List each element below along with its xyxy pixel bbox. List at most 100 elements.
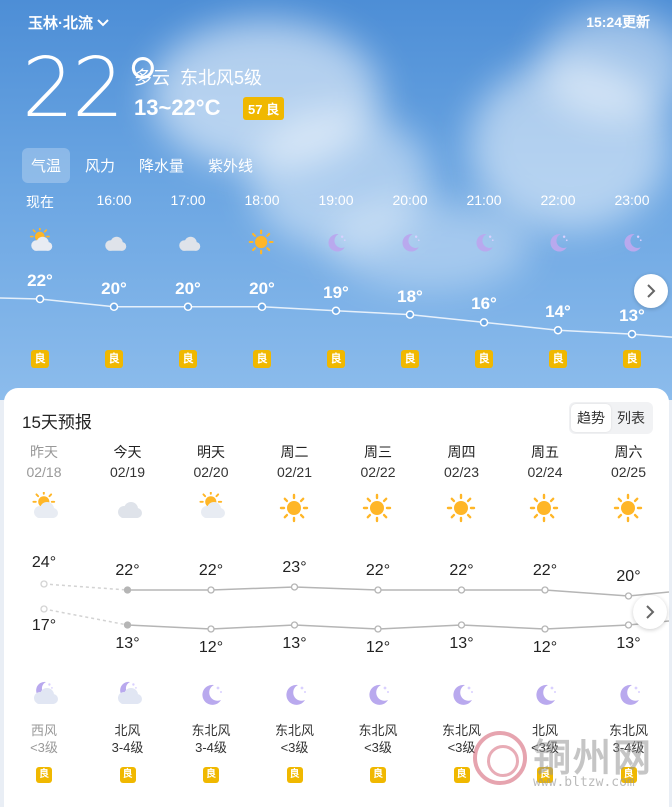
moon-icon (336, 678, 420, 710)
hour-label: 20:00 (392, 192, 428, 208)
quality-text: 良 (475, 350, 493, 368)
hour-column: 现在 22° 良 (5, 192, 75, 382)
day-low-temperature: 13° (282, 635, 307, 652)
temperature-range: 13~22°C (134, 95, 221, 120)
day-name: 今天 (113, 444, 142, 460)
day-name: 明天 (197, 444, 225, 460)
seal-logo (473, 731, 527, 785)
sun-cloud-icon (169, 490, 253, 524)
day-name: 周二 (280, 444, 309, 460)
day-column[interactable]: 周三 02/22 22° 12° 东北风 <3级良 (336, 388, 420, 807)
wind-direction: 东北风 (358, 723, 398, 738)
daily-scroll-right-button[interactable] (633, 595, 667, 629)
day-date: 02/22 (360, 464, 396, 480)
hourly-scroll-right-button[interactable] (634, 274, 668, 308)
day-high-temperature: 24° (31, 554, 57, 571)
chevron-right-icon (646, 605, 655, 619)
tab-uv[interactable]: 紫外线 (199, 148, 262, 183)
sun-icon (503, 492, 587, 524)
hour-column: 17:00 20° 良 (153, 192, 223, 382)
day-date: 02/23 (443, 464, 480, 480)
quality-text: 良 (453, 767, 470, 783)
tab-temperature[interactable]: 气温 (22, 148, 71, 183)
day-low-temperature: 13° (616, 635, 641, 652)
wind-direction: 西风 (30, 723, 57, 738)
sun-icon (420, 492, 504, 524)
sun-icon (336, 492, 420, 524)
air-quality-badge: 良 (449, 349, 519, 368)
location-name: 玉林·北流 (28, 15, 93, 32)
day-name: 昨天 (30, 444, 58, 460)
day-high-temperature: 22° (198, 562, 224, 579)
quality-text: 良 (179, 350, 197, 368)
day-date: 02/25 (610, 464, 647, 480)
watermark: 铜州网 www.bltzw.com (473, 725, 663, 797)
chevron-right-icon (647, 284, 656, 298)
tab-precipitation[interactable]: 降水量 (130, 148, 193, 183)
day-wind: 西风 <3级 (2, 722, 86, 756)
current-weather-panel: 玉林·北流 15:24更新 22° 多云 东北风5级 13~22°C 57 良 … (0, 0, 672, 400)
sun-icon (253, 492, 337, 524)
day-date: 02/18 (26, 464, 62, 480)
hour-column: 21:00 16° 良 (449, 192, 519, 382)
moon-icon (503, 678, 587, 710)
day-date: 02/21 (276, 464, 313, 480)
chevron-down-icon (97, 18, 109, 30)
cloud-icon (153, 228, 223, 256)
watermark-brand: 铜州网 (533, 735, 654, 780)
day-column[interactable]: 明天 02/20 22° 12° 东北风 3-4级良 (169, 388, 253, 807)
hour-temperature-label: 13° (619, 306, 645, 326)
day-low-temperature: 12° (365, 639, 391, 656)
day-column[interactable]: 周二 02/21 23° 13° 东北风 <3级良 (253, 388, 337, 807)
air-quality-badge: 良 (597, 349, 667, 368)
air-quality-badge: 良 (253, 764, 337, 783)
tab-wind[interactable]: 风力 (76, 148, 124, 183)
day-column[interactable]: 今天 02/19 22° 13° 北风 3-4级良 (86, 388, 170, 807)
day-wind: 东北风 <3级 (336, 722, 420, 756)
day-column[interactable]: 昨天 02/18 24° 17° 西风 <3级良 (2, 388, 86, 807)
hour-label: 18:00 (244, 192, 280, 208)
air-quality-badge: 良 (5, 349, 75, 368)
air-quality-badge: 良 (301, 349, 371, 368)
day-date: 02/19 (109, 464, 146, 480)
moon-cloud-icon (86, 678, 170, 710)
quality-text: 良 (549, 350, 567, 368)
hour-column: 19:00 19° 良 (301, 192, 371, 382)
aqi-badge[interactable]: 57 良 (243, 97, 285, 120)
hour-column: 16:00 20° 良 (79, 192, 149, 382)
air-quality-badge: 良 (79, 349, 149, 368)
moon-icon (597, 228, 667, 256)
moon-icon (169, 678, 253, 710)
sun-cloud-icon (5, 226, 75, 256)
quality-text: 良 (327, 350, 345, 368)
hour-column: 22:00 14° 良 (523, 192, 593, 382)
location-selector[interactable]: 玉林·北流 (28, 12, 109, 33)
day-wind: 东北风 <3级 (253, 722, 337, 756)
quality-text: 良 (119, 767, 136, 783)
update-time: 15:24更新 (586, 14, 650, 30)
quality-text: 良 (401, 350, 419, 368)
hour-temperature-label: 14° (545, 302, 571, 322)
quality-text: 良 (253, 350, 271, 368)
day-high-temperature: 20° (616, 568, 641, 585)
air-quality-badge: 良 (153, 349, 223, 368)
quality-text: 良 (370, 767, 386, 783)
quality-text: 良 (31, 350, 49, 368)
moon-icon (253, 678, 337, 710)
hour-label: 现在 (26, 194, 54, 210)
hour-temperature-label: 22° (27, 271, 53, 290)
day-wind: 东北风 3-4级 (169, 722, 253, 756)
wind-level: <3级 (364, 740, 392, 755)
day-wind: 北风 3-4级 (86, 722, 170, 756)
day-name: 周三 (364, 444, 392, 460)
wind-level: 3-4级 (195, 740, 227, 755)
air-quality-badge: 良 (2, 764, 86, 783)
wind-level: 3-4级 (111, 740, 144, 755)
quality-text: 良 (286, 767, 303, 783)
quality-text: 良 (105, 350, 123, 368)
day-high-temperature: 23° (282, 559, 307, 576)
air-quality-badge: 良 (375, 349, 445, 368)
sun-cloud-icon (2, 490, 86, 524)
day-low-temperature: 13° (115, 635, 140, 652)
wind-text: 东北风5级 (180, 68, 263, 88)
